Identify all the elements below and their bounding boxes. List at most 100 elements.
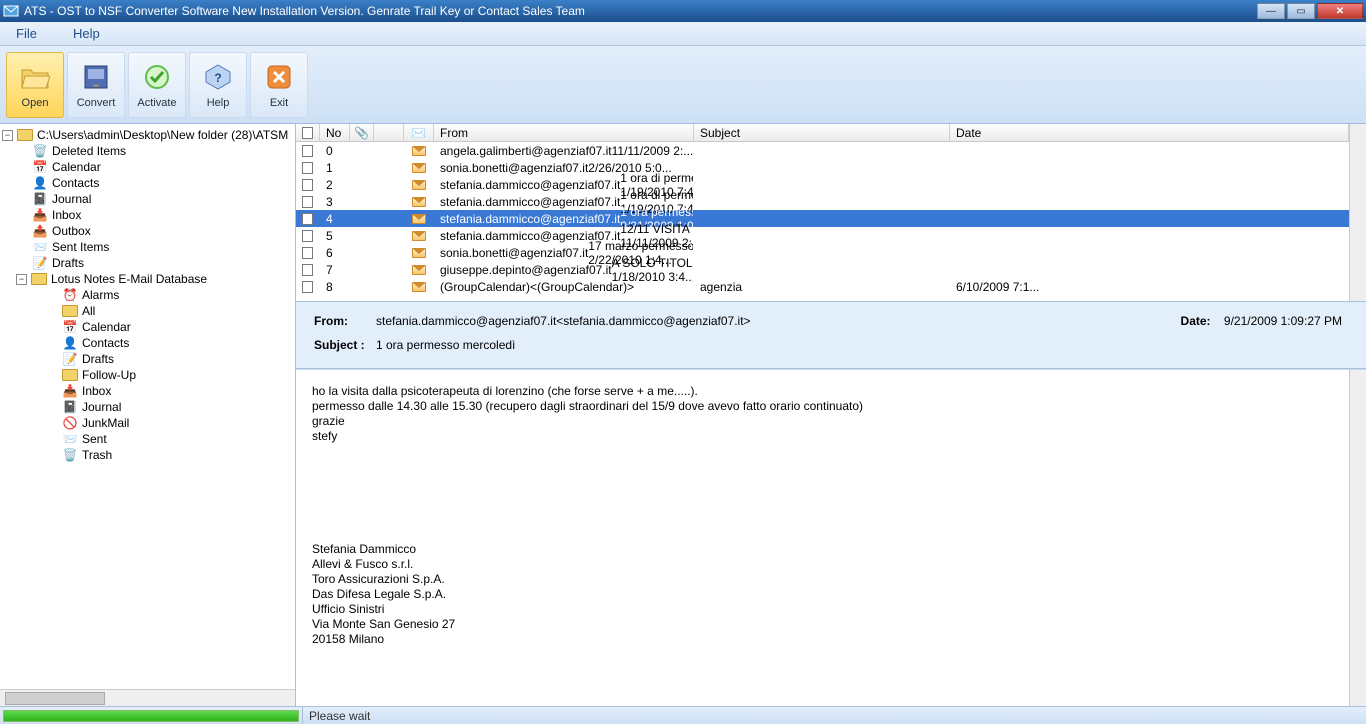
activate-button[interactable]: Activate <box>128 52 186 118</box>
row-subject: 1 ora di permesso per PSICOTERAPEUTA LOR… <box>620 188 694 202</box>
collapse-icon[interactable]: − <box>16 274 27 285</box>
tree-hscrollbar[interactable] <box>0 689 295 706</box>
col-from[interactable]: From <box>434 124 694 141</box>
body-line: stefy <box>312 429 1333 444</box>
tree-item[interactable]: 🗑️Trash <box>2 447 293 463</box>
sent-icon: 📨 <box>62 433 78 445</box>
preview-date-label: Date: <box>1181 314 1211 328</box>
envelope-icon: ✉️ <box>411 126 426 140</box>
row-checkbox[interactable] <box>302 264 313 276</box>
contacts-icon: 👤 <box>32 177 48 189</box>
close-button[interactable]: ✕ <box>1317 3 1363 19</box>
col-no[interactable]: No <box>320 124 350 141</box>
menu-file[interactable]: File <box>6 24 47 43</box>
tree-item[interactable]: All <box>2 303 293 319</box>
help-icon: ? <box>202 61 234 93</box>
svg-text:?: ? <box>214 71 221 85</box>
body-vscrollbar[interactable] <box>1349 370 1366 706</box>
tree-item[interactable]: 🚫JunkMail <box>2 415 293 431</box>
row-subject: 1 ora permesso mercoledì <box>620 205 694 219</box>
titlebar: ATS - OST to NSF Converter Software New … <box>0 0 1366 22</box>
tree-item[interactable]: 📥Inbox <box>2 383 293 399</box>
list-vscrollbar[interactable] <box>1349 124 1366 301</box>
col-attachment[interactable]: 📎 <box>350 124 374 141</box>
row-checkbox[interactable] <box>302 196 313 208</box>
row-checkbox[interactable] <box>302 213 313 225</box>
tree-item[interactable]: 📝Drafts <box>2 351 293 367</box>
list-header: No 📎 ✉️ From Subject Date <box>296 124 1349 142</box>
row-no: 1 <box>320 161 350 175</box>
help-button[interactable]: ? Help <box>189 52 247 118</box>
row-no: 8 <box>320 280 350 294</box>
tree-root[interactable]: − C:\Users\admin\Desktop\New folder (28)… <box>2 127 293 143</box>
preview-subject-label: Subject : <box>314 338 368 352</box>
preview-from: stefania.dammicco@agenziaf07.it<stefania… <box>376 314 751 328</box>
open-button[interactable]: Open <box>6 52 64 118</box>
row-checkbox[interactable] <box>302 230 313 242</box>
row-date: 11/11/2009 2:... <box>612 144 694 158</box>
collapse-icon[interactable]: − <box>2 130 13 141</box>
preview-date: 9/21/2009 1:09:27 PM <box>1224 314 1342 328</box>
row-envelope <box>404 197 434 207</box>
folder-icon <box>31 273 47 285</box>
row-envelope <box>404 180 434 190</box>
tree-item[interactable]: 📨Sent <box>2 431 293 447</box>
open-icon <box>19 61 51 93</box>
body-line: permesso dalle 14.30 alle 15.30 (recuper… <box>312 399 1333 414</box>
folder-icon <box>62 305 78 317</box>
row-envelope <box>404 163 434 173</box>
tree-item[interactable]: 📓Journal <box>2 399 293 415</box>
col-envelope[interactable]: ✉️ <box>404 124 434 141</box>
menu-help[interactable]: Help <box>63 24 110 43</box>
tree-item[interactable]: Follow-Up <box>2 367 293 383</box>
col-date[interactable]: Date <box>950 124 1349 141</box>
journal-icon: 📓 <box>62 401 78 413</box>
tree-item[interactable]: 📥Inbox <box>2 207 293 223</box>
tree-item[interactable]: 🗑️Deleted Items <box>2 143 293 159</box>
maximize-button[interactable]: ▭ <box>1287 3 1315 19</box>
drafts-icon: 📝 <box>62 353 78 365</box>
envelope-icon <box>412 163 426 173</box>
row-checkbox[interactable] <box>302 281 313 293</box>
tree-item[interactable]: 📨Sent Items <box>2 239 293 255</box>
tree-item[interactable]: 📓Journal <box>2 191 293 207</box>
tree-item[interactable]: 👤Contacts <box>2 175 293 191</box>
tree-item[interactable]: 📅Calendar <box>2 319 293 335</box>
row-from: (GroupCalendar)<(GroupCalendar)> <box>434 280 694 294</box>
row-checkbox[interactable] <box>302 247 313 259</box>
folder-tree[interactable]: − C:\Users\admin\Desktop\New folder (28)… <box>0 124 295 689</box>
row-no: 6 <box>320 246 350 260</box>
row-subject: agenzia <box>694 280 950 294</box>
preview-from-label: From: <box>314 314 368 328</box>
envelope-icon <box>412 265 426 275</box>
row-checkbox[interactable] <box>302 162 313 174</box>
row-checkbox[interactable] <box>302 145 313 157</box>
col-subject[interactable]: Subject <box>694 124 950 141</box>
tree-lotus[interactable]: − Lotus Notes E-Mail Database <box>2 271 293 287</box>
progress-bar <box>3 710 299 722</box>
preview-subject: 1 ora permesso mercoledì <box>376 338 515 352</box>
envelope-icon <box>412 231 426 241</box>
signature-line: Stefania Dammicco <box>312 542 1333 557</box>
col-checkbox[interactable] <box>296 124 320 141</box>
row-checkbox[interactable] <box>302 179 313 191</box>
tree-item[interactable]: 👤Contacts <box>2 335 293 351</box>
body-line: grazie <box>312 414 1333 429</box>
tree-item[interactable]: 📝Drafts <box>2 255 293 271</box>
convert-button[interactable]: Convert <box>67 52 125 118</box>
preview-body: ho la visita dalla psicoterapeuta di lor… <box>296 369 1366 706</box>
table-row[interactable]: 7giuseppe.depinto@agenziaf07.itA SOLO TI… <box>296 261 1349 278</box>
exit-button[interactable]: Exit <box>250 52 308 118</box>
folder-icon: ⏰ <box>62 289 78 301</box>
table-row[interactable]: 8 (GroupCalendar)<(GroupCalendar)>agenzia… <box>296 278 1349 295</box>
tree-item[interactable]: ⏰Alarms <box>2 287 293 303</box>
tree-item[interactable]: 📤Outbox <box>2 223 293 239</box>
folder-icon <box>62 369 78 381</box>
row-no: 3 <box>320 195 350 209</box>
email-list: No 📎 ✉️ From Subject Date 0angela.galimb… <box>296 124 1366 302</box>
tree-item[interactable]: 📅Calendar <box>2 159 293 175</box>
minimize-button[interactable]: — <box>1257 3 1285 19</box>
row-envelope <box>404 248 434 258</box>
message-body[interactable]: ho la visita dalla psicoterapeuta di lor… <box>296 370 1349 706</box>
table-row[interactable]: 0angela.galimberti@agenziaf07.it11/11/20… <box>296 142 1349 159</box>
